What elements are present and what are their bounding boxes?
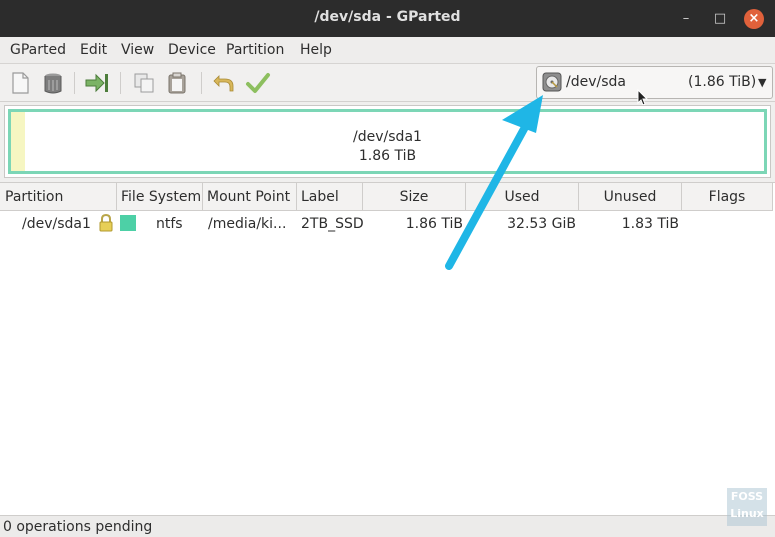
cell-mount-point: /media/ki... xyxy=(208,216,287,232)
copy-icon[interactable] xyxy=(131,70,157,96)
dropdown-arrow-icon[interactable]: ▼ xyxy=(758,76,766,89)
lock-icon xyxy=(99,214,113,232)
status-text: 0 operations pending xyxy=(3,519,153,535)
menu-help[interactable]: Help xyxy=(300,42,332,58)
resize-move-icon[interactable] xyxy=(84,70,110,96)
column-header-size[interactable]: Size xyxy=(363,183,466,211)
cell-label: 2TB_SSD xyxy=(301,216,364,232)
hard-disk-icon xyxy=(542,72,562,92)
device-name: /dev/sda xyxy=(566,74,626,90)
column-header-mount-point[interactable]: Mount Point xyxy=(203,183,297,211)
close-button[interactable]: × xyxy=(744,9,764,29)
partition-graphic[interactable]: /dev/sda1 1.86 TiB xyxy=(8,109,767,174)
menu-partition[interactable]: Partition xyxy=(226,42,284,58)
apply-icon[interactable] xyxy=(245,70,271,96)
maximize-button[interactable]: □ xyxy=(710,9,730,29)
filesystem-color-swatch xyxy=(120,215,136,231)
menu-bar: GParted Edit View Device Partition Help xyxy=(0,37,775,64)
cell-size: 1.86 TiB xyxy=(405,216,463,232)
column-header-partition[interactable]: Partition xyxy=(0,183,117,211)
watermark-line1: FOSS xyxy=(730,490,764,503)
watermark-logo: FOSS Linux xyxy=(727,488,767,526)
column-header-file-system[interactable]: File System xyxy=(117,183,203,211)
disk-map-partition-name: /dev/sda1 xyxy=(353,129,422,145)
device-size: (1.86 TiB) xyxy=(688,74,757,90)
window-title: /dev/sda - GParted xyxy=(314,9,461,25)
cell-unused: 1.83 TiB xyxy=(621,216,679,232)
toolbar-separator xyxy=(201,72,202,94)
paste-icon[interactable] xyxy=(164,70,190,96)
menu-view[interactable]: View xyxy=(121,42,154,58)
minimize-button[interactable]: – xyxy=(676,9,696,29)
watermark-line2: Linux xyxy=(730,507,764,520)
device-selector[interactable]: /dev/sda (1.86 TiB) ▼ xyxy=(536,66,773,99)
disk-map-partition-size: 1.86 TiB xyxy=(358,148,417,164)
title-bar: /dev/sda - GParted – □ × xyxy=(0,0,775,37)
status-bar: 0 operations pending xyxy=(0,515,775,537)
menu-gparted[interactable]: GParted xyxy=(10,42,66,58)
toolbar-separator xyxy=(74,72,75,94)
column-header-unused[interactable]: Unused xyxy=(579,183,682,211)
cell-file-system: ntfs xyxy=(156,216,183,232)
cell-used: 32.53 GiB xyxy=(507,216,576,232)
column-header-used[interactable]: Used xyxy=(466,183,579,211)
new-icon[interactable] xyxy=(7,70,33,96)
delete-icon[interactable] xyxy=(40,70,66,96)
column-header-flags[interactable]: Flags xyxy=(682,183,773,211)
column-header-label[interactable]: Label xyxy=(297,183,363,211)
toolbar-separator xyxy=(120,72,121,94)
menu-edit[interactable]: Edit xyxy=(80,42,107,58)
partition-list: Partition File System Mount Point Label … xyxy=(0,182,775,515)
undo-icon[interactable] xyxy=(211,70,237,96)
cell-partition: /dev/sda1 xyxy=(22,216,91,232)
disk-map: /dev/sda1 1.86 TiB xyxy=(4,105,771,178)
table-row[interactable]: /dev/sda1 ntfs /media/ki... 2TB_SSD 1.86… xyxy=(0,211,773,237)
menu-device[interactable]: Device xyxy=(168,42,216,58)
